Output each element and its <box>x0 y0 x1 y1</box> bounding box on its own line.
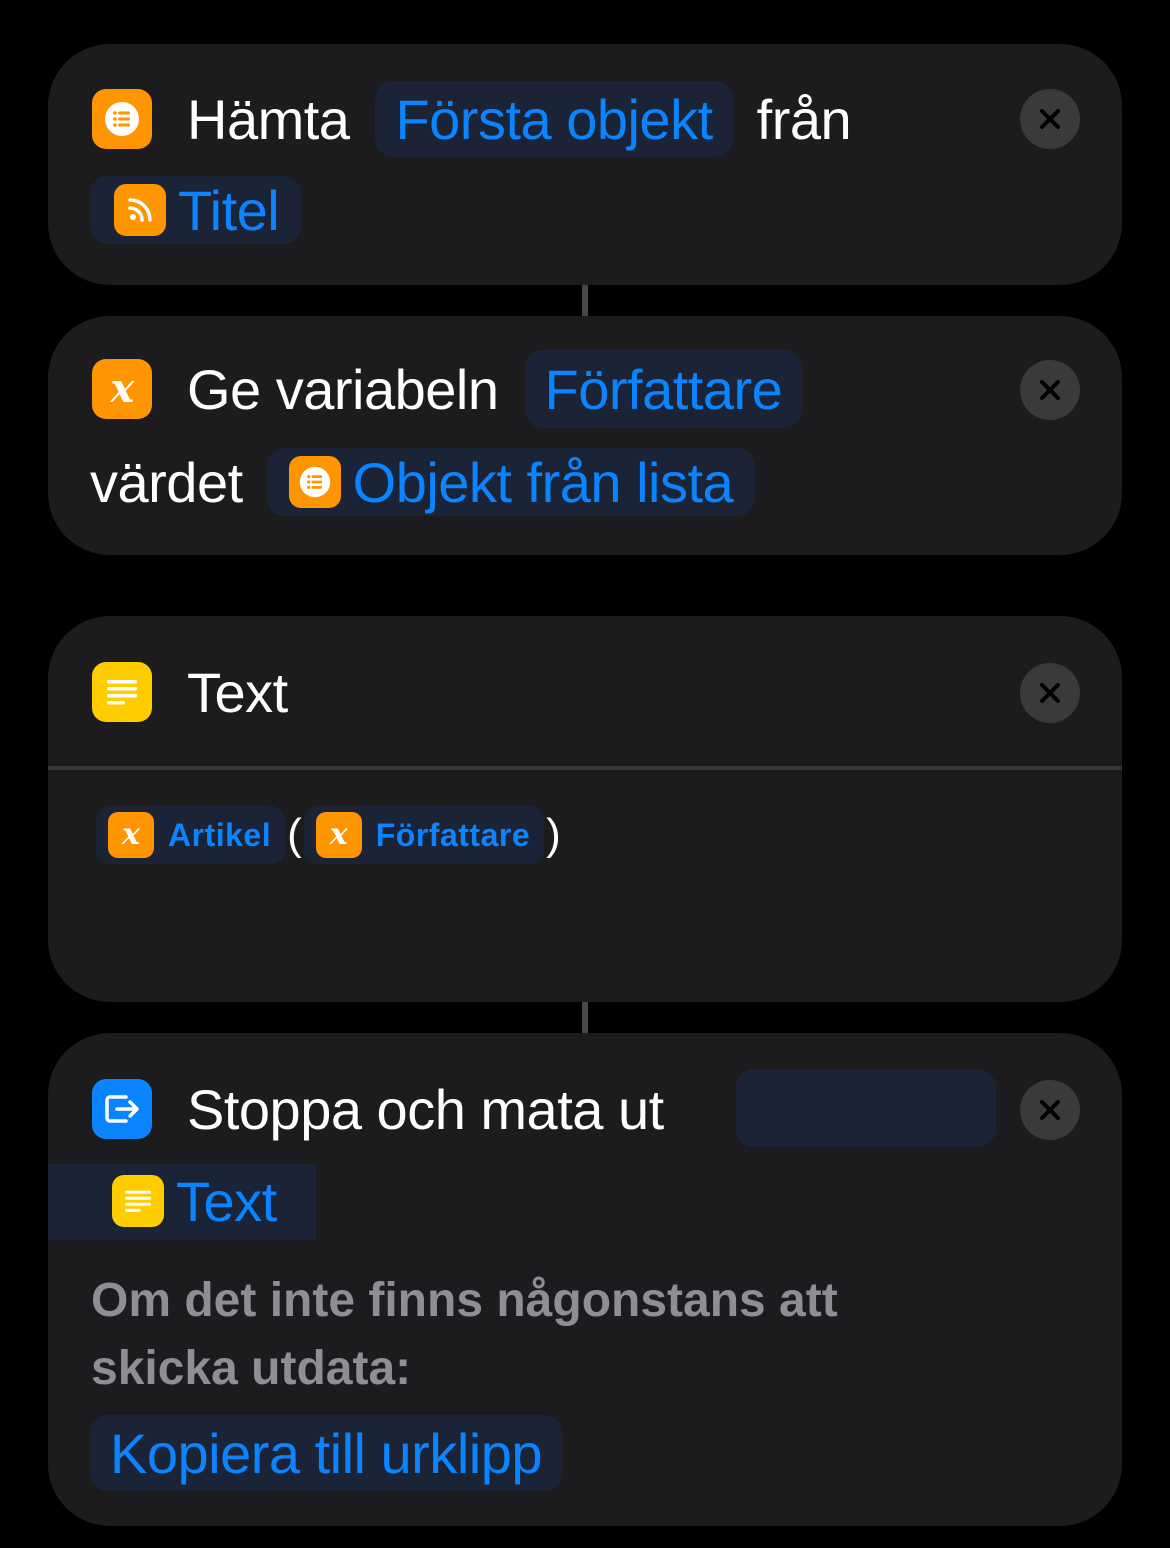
action-verb: Hämta <box>187 87 350 151</box>
remove-action-button[interactable] <box>1020 663 1080 723</box>
remove-action-button[interactable] <box>1020 1080 1080 1140</box>
output-token[interactable]: Text <box>90 1166 299 1236</box>
variable-x-icon: x <box>92 359 152 419</box>
remove-action-button[interactable] <box>1020 89 1080 149</box>
item-selector[interactable]: Första objekt <box>375 81 733 157</box>
open-paren: ( <box>287 810 302 859</box>
list-icon <box>288 456 341 508</box>
source-token[interactable]: Titel <box>90 176 302 244</box>
close-icon <box>1040 683 1060 703</box>
list-icon <box>92 89 152 149</box>
fallback-action-selector[interactable]: Kopiera till urklipp <box>90 1415 562 1491</box>
output-arrow-icon <box>92 1079 152 1139</box>
variable-token-label: Artikel <box>168 816 272 853</box>
action-card-stop-output[interactable]: Stoppa och mata ut Text Om det inte finn… <box>48 1033 1122 1526</box>
variable-token-forfattare[interactable]: x Författare <box>303 806 545 864</box>
output-placeholder-pill[interactable] <box>736 1069 996 1147</box>
action-card-text[interactable]: Text x Artikel ( x Författare ) <box>48 616 1122 1002</box>
action-verb: Ge variabeln <box>187 357 499 421</box>
preposition-label: från <box>756 87 852 151</box>
text-content-field[interactable]: x Artikel ( x Författare ) <box>96 806 561 864</box>
action-title: Text <box>187 660 288 724</box>
connector-line <box>582 285 588 316</box>
divider <box>48 766 1122 770</box>
variable-token-label: Författare <box>375 816 531 853</box>
variable-x-icon: x <box>108 812 154 858</box>
value-token[interactable]: Objekt från lista <box>266 448 756 516</box>
value-label: värdet <box>90 450 243 514</box>
fallback-label: Om det inte finns någonstans att skicka … <box>91 1274 838 1395</box>
close-icon <box>1040 109 1060 129</box>
rss-icon <box>114 184 166 236</box>
source-token-label: Titel <box>178 178 280 242</box>
text-lines-icon <box>92 662 152 722</box>
action-card-set-variable[interactable]: x Ge variabeln Författare värdet Objekt … <box>48 316 1122 555</box>
variable-token-artikel[interactable]: x Artikel <box>96 806 286 864</box>
close-icon <box>1040 1100 1060 1120</box>
output-token-label: Text <box>176 1169 277 1233</box>
text-lines-icon <box>112 1175 164 1227</box>
close-icon <box>1040 380 1060 400</box>
action-verb: Stoppa och mata ut <box>187 1077 664 1141</box>
value-token-label: Objekt från lista <box>352 450 734 514</box>
variable-x-icon: x <box>315 812 362 858</box>
variable-name-field[interactable]: Författare <box>524 350 803 428</box>
remove-action-button[interactable] <box>1020 360 1080 420</box>
close-paren: ) <box>546 810 561 859</box>
connector-line <box>582 1002 588 1033</box>
action-card-get-item[interactable]: Hämta Första objekt från Titel <box>48 44 1122 285</box>
